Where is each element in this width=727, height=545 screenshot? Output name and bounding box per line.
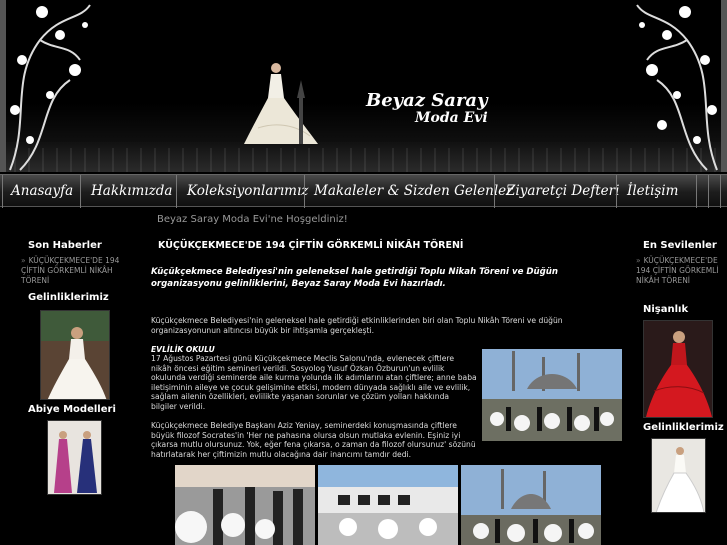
- bullet-arrow-icon: »: [21, 256, 26, 265]
- favorites-link[interactable]: » KÜÇÜKÇEKMECE'DE 194 ÇİFTİN GÖRKEMLİ NİK…: [636, 256, 726, 286]
- article-title[interactable]: KÜÇÜKÇEKMECE'DE 194 ÇİFTİN GÖRKEMLİ NİKÂ…: [158, 240, 463, 251]
- nav-separator: [616, 175, 617, 208]
- main-navigation: Anasayfa Hakkımızda Koleksiyonlarımız Ma…: [0, 174, 727, 208]
- bride-image: [244, 63, 318, 144]
- floral-ornament-right-icon: [636, 0, 727, 172]
- nav-item-anasayfa[interactable]: Anasayfa: [11, 183, 73, 199]
- bride-right-image[interactable]: [651, 438, 706, 513]
- nav-item-makaleler[interactable]: Makaleler & Sizden Gelenler: [314, 183, 513, 199]
- nav-separator: [708, 175, 709, 208]
- gallery-photo-2[interactable]: [318, 465, 458, 545]
- site-header: Beyaz Saray Moda Evi: [0, 0, 727, 172]
- bride-gallery-image[interactable]: [40, 310, 110, 400]
- favorites-link-label: KÜÇÜKÇEKMECE'DE 194 ÇİFTİN GÖRKEMLİ NİKÂ…: [636, 256, 719, 285]
- nav-separator: [720, 175, 721, 208]
- favorites-section-title: En Sevilenler: [643, 240, 717, 251]
- bullet-arrow-icon: »: [636, 256, 641, 265]
- nav-item-koleksiyonlarimiz[interactable]: Koleksiyonlarımız: [187, 183, 308, 199]
- welcome-message: Beyaz Saray Moda Evi'ne Hoşgeldiniz!: [157, 214, 348, 225]
- news-link[interactable]: » KÜÇÜKÇEKMECE'DE 194 ÇİFTİN GÖRKEMLİ NİK…: [21, 256, 131, 286]
- tower-silhouette-icon: [297, 80, 305, 144]
- gallery-photo-1[interactable]: [175, 465, 315, 545]
- gallery-photo-3[interactable]: [461, 465, 601, 545]
- nav-separator: [2, 175, 3, 208]
- nav-item-iletisim[interactable]: İletişim: [627, 183, 678, 199]
- article-paragraph: Küçükçekmece Belediye Başkanı Aziz Yenia…: [151, 421, 476, 459]
- engagement-section-title: Nişanlık: [643, 304, 689, 315]
- nav-separator: [80, 175, 81, 208]
- brides-right-section-title: Gelinliklerimiz: [643, 422, 724, 433]
- brides-section-title: Gelinliklerimiz: [28, 292, 109, 303]
- article-paragraph: Küçükçekmece Belediyesi'nin geleneksel h…: [151, 316, 563, 335]
- evening-dress-image[interactable]: [47, 420, 102, 495]
- news-link-label: KÜÇÜKÇEKMECE'DE 194 ÇİFTİN GÖRKEMLİ NİKÂ…: [21, 256, 120, 285]
- nav-item-ziyaretci-defteri[interactable]: Ziyaretçi Defteri: [506, 183, 619, 199]
- nav-separator: [176, 175, 177, 208]
- article-lead: Küçükçekmece Belediyesi'nin geleneksel h…: [151, 267, 559, 289]
- nav-item-hakkimizda[interactable]: Hakkımızda: [91, 183, 172, 199]
- nav-separator: [304, 175, 305, 208]
- nav-separator: [494, 175, 495, 208]
- evening-dress-section-title: Abiye Modelleri: [28, 404, 116, 415]
- logo-title[interactable]: Beyaz Saray: [366, 90, 488, 111]
- ceremony-photo[interactable]: [482, 349, 622, 441]
- floral-ornament-left-icon: [0, 0, 91, 172]
- news-section-title: Son Haberler: [28, 240, 102, 251]
- logo-subtitle[interactable]: Moda Evi: [415, 110, 488, 126]
- article-subheading: EVLİLİK OKULU: [151, 345, 215, 354]
- engagement-dress-image[interactable]: [643, 320, 713, 418]
- nav-separator: [696, 175, 697, 208]
- article-paragraph: 17 Ağustos Pazartesi günü Küçükçekmece M…: [151, 354, 477, 411]
